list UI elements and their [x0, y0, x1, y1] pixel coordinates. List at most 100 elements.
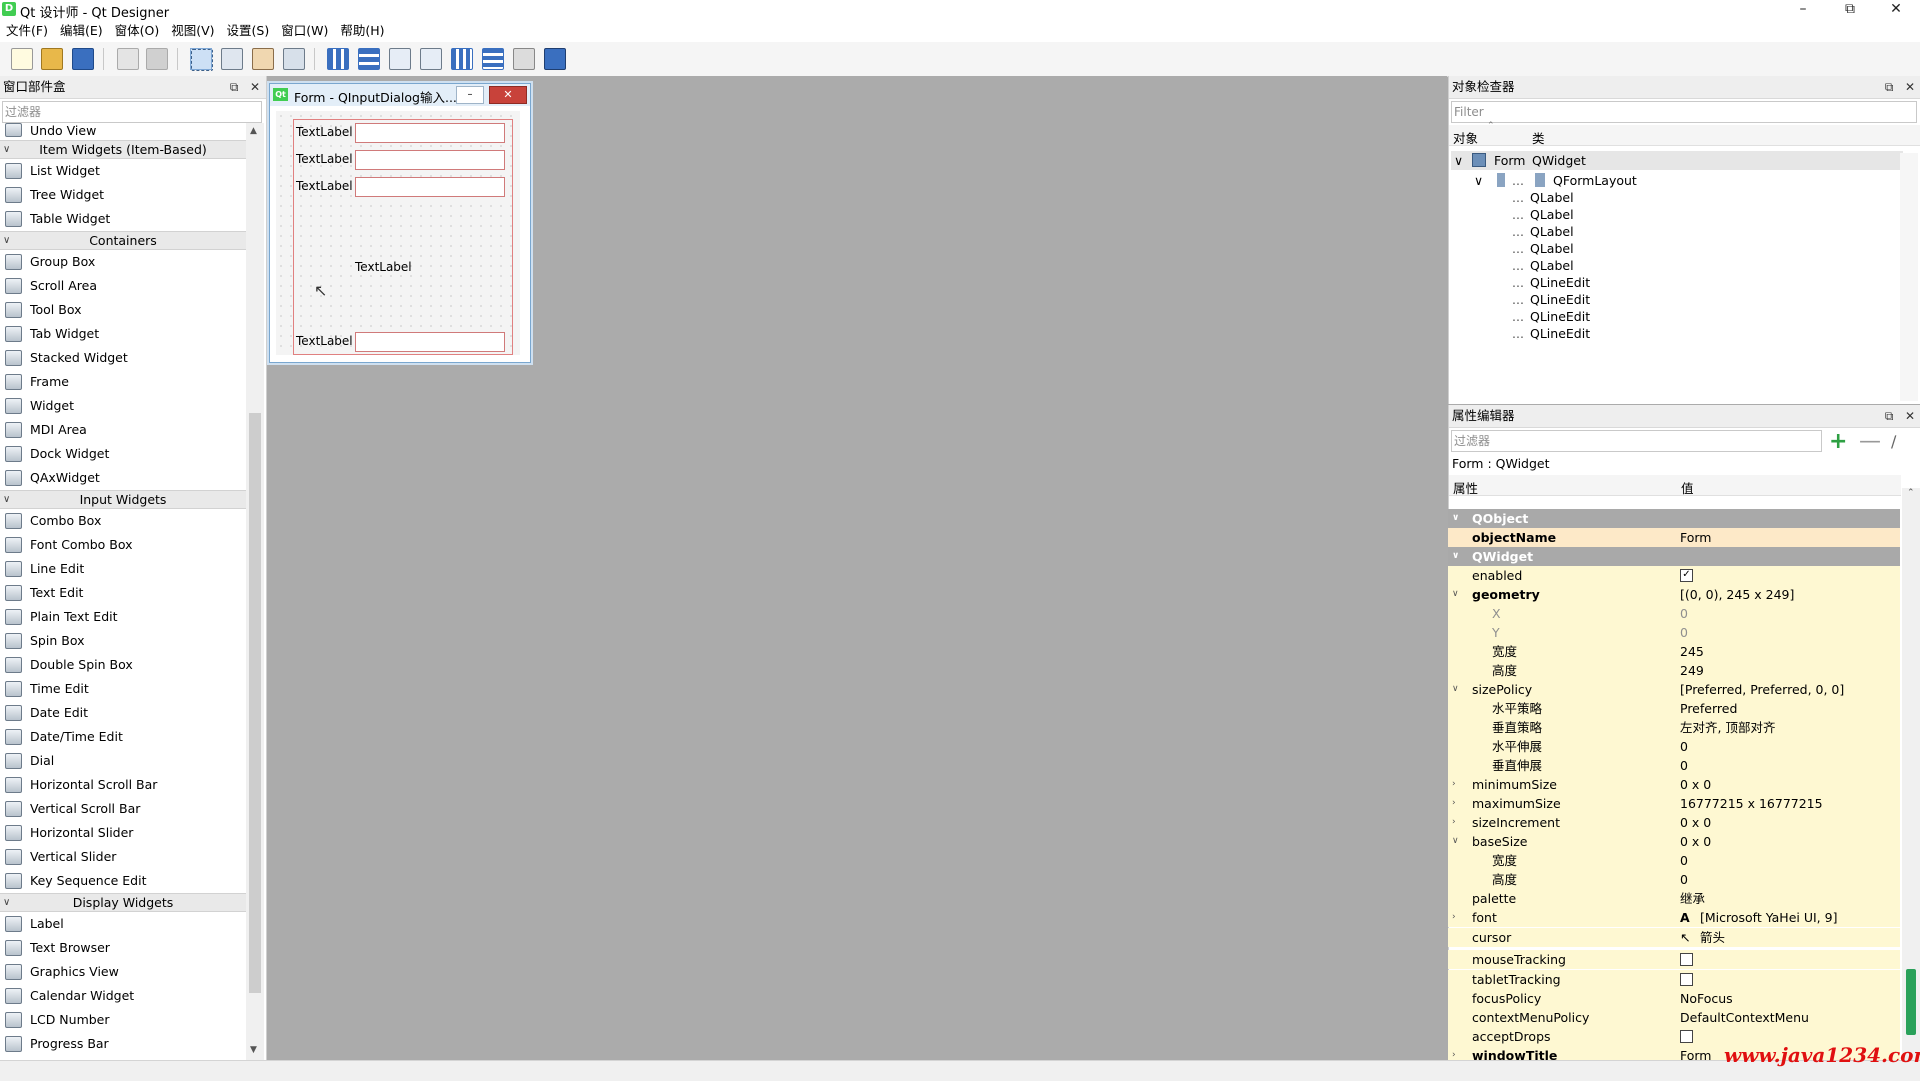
break-layout-icon[interactable] — [513, 48, 535, 70]
widget-item[interactable]: List Widget — [0, 159, 246, 183]
property-row[interactable]: 垂直策略 左对齐, 顶部对齐 — [1448, 718, 1900, 737]
chevron-down-icon[interactable]: ∨ — [1454, 152, 1463, 169]
category-item-widgets[interactable]: ∨ Item Widgets (Item-Based) — [0, 140, 246, 159]
widget-item[interactable]: Undo View — [0, 123, 246, 140]
property-row[interactable]: tabletTracking — [1448, 970, 1900, 989]
widget-item[interactable]: Label — [0, 912, 246, 936]
chevron-down-icon[interactable]: ∨ — [1452, 680, 1459, 699]
property-scrollbar[interactable]: ⌃ — [1902, 488, 1920, 1060]
widget-item[interactable]: Dock Widget — [0, 442, 246, 466]
property-row[interactable]: mouseTracking — [1448, 950, 1900, 969]
minimize-button[interactable]: – — [1780, 0, 1826, 20]
widget-item[interactable]: Vertical Slider — [0, 845, 246, 869]
form-line-edit-2[interactable] — [355, 150, 505, 170]
layout-form-icon[interactable] — [482, 48, 504, 70]
object-class-qwidget[interactable]: QWidget — [1532, 152, 1586, 169]
property-row[interactable]: ∨ QWidget — [1448, 547, 1900, 566]
form-minimize-button[interactable]: – — [456, 86, 484, 104]
property-value[interactable]: 继承 — [1680, 889, 1705, 908]
widget-item[interactable]: Date Edit — [0, 701, 246, 725]
property-row[interactable]: contextMenuPolicy DefaultContextMenu — [1448, 1008, 1900, 1027]
property-checkbox[interactable] — [1680, 973, 1693, 986]
menu-view[interactable]: 视图(V) — [165, 20, 220, 42]
form-line-edit-3[interactable] — [355, 177, 505, 197]
property-row[interactable]: ∨ baseSize 0 x 0 — [1448, 832, 1900, 851]
column-object[interactable]: 对象 — [1453, 128, 1478, 147]
widget-item[interactable]: Combo Box — [0, 509, 246, 533]
object-tree-child[interactable]: QLineEdit — [1530, 308, 1590, 325]
wrench-icon[interactable]: ∕ — [1891, 432, 1896, 451]
widget-item[interactable]: LCD Number — [0, 1008, 246, 1032]
property-value[interactable]: 245 — [1680, 642, 1704, 661]
layout-horizontal-splitter-icon[interactable] — [389, 48, 411, 70]
widget-item[interactable]: Horizontal Slider — [0, 821, 246, 845]
object-filter-input[interactable]: Filter — [1451, 101, 1917, 123]
property-row[interactable]: cursor ↖ 箭头 — [1448, 928, 1900, 947]
form-layout-box[interactable]: TextLabel TextLabel TextLabel TextLabel … — [293, 119, 513, 355]
widget-item[interactable]: Graphics View — [0, 960, 246, 984]
widget-item[interactable]: Horizontal Scroll Bar — [0, 773, 246, 797]
property-value[interactable]: Form — [1680, 528, 1712, 547]
property-row[interactable]: 高度 0 — [1448, 870, 1900, 889]
property-value[interactable]: 0 — [1680, 604, 1688, 623]
property-row[interactable]: ∨ QObject — [1448, 509, 1900, 528]
widget-item[interactable]: Calendar Widget — [0, 984, 246, 1008]
scroll-down-icon[interactable]: ▼ — [250, 1045, 257, 1055]
float-icon[interactable]: ⧉ — [1885, 409, 1894, 423]
property-checkbox[interactable] — [1680, 953, 1693, 966]
property-row[interactable]: objectName Form — [1448, 528, 1900, 547]
object-name-form[interactable]: Form — [1494, 152, 1526, 169]
save-icon[interactable] — [72, 48, 94, 70]
property-row[interactable]: › sizeIncrement 0 x 0 — [1448, 813, 1900, 832]
widget-item[interactable]: Stacked Widget — [0, 346, 246, 370]
widget-item[interactable]: Vertical Scroll Bar — [0, 797, 246, 821]
close-icon[interactable]: ✕ — [250, 80, 260, 94]
form-label-5[interactable]: TextLabel — [296, 334, 353, 348]
menu-form[interactable]: 窗体(O) — [109, 20, 166, 42]
property-value[interactable]: 249 — [1680, 661, 1704, 680]
object-tree-child[interactable]: QLabel — [1530, 257, 1574, 274]
property-checkbox[interactable] — [1680, 1030, 1693, 1043]
chevron-right-icon[interactable]: › — [1452, 908, 1456, 927]
layout-vertical-splitter-icon[interactable] — [420, 48, 442, 70]
property-value[interactable]: 左对齐, 顶部对齐 — [1680, 718, 1775, 737]
form-line-edit-4[interactable] — [355, 332, 505, 352]
float-icon[interactable]: ⧉ — [1885, 80, 1894, 94]
property-row[interactable]: › maximumSize 16777215 x 16777215 — [1448, 794, 1900, 813]
scroll-up-icon[interactable]: ⌃ — [1907, 488, 1915, 498]
property-filter-input[interactable]: 过滤器 — [1451, 430, 1822, 452]
form-close-button[interactable]: ✕ — [489, 86, 527, 104]
property-value[interactable]: 16777215 x 16777215 — [1680, 794, 1823, 813]
object-tree-child[interactable]: QLabel — [1530, 189, 1574, 206]
edit-tab-order-icon[interactable] — [283, 48, 305, 70]
property-value[interactable]: NoFocus — [1680, 989, 1733, 1008]
property-value[interactable]: 0 — [1680, 870, 1688, 889]
scrollbar-thumb[interactable] — [1906, 969, 1916, 1035]
property-value[interactable]: 箭头 — [1700, 928, 1725, 947]
remove-property-icon[interactable]: — — [1859, 431, 1881, 453]
form-line-edit-1[interactable] — [355, 123, 505, 143]
property-row[interactable]: 高度 249 — [1448, 661, 1900, 680]
property-value[interactable]: Preferred — [1680, 699, 1737, 718]
property-row[interactable]: focusPolicy NoFocus — [1448, 989, 1900, 1008]
object-tree-child[interactable]: QLineEdit — [1530, 274, 1590, 291]
property-value[interactable]: 0 x 0 — [1680, 813, 1711, 832]
chevron-down-icon[interactable]: ∨ — [1474, 172, 1483, 189]
open-folder-icon[interactable] — [41, 48, 63, 70]
form-window[interactable]: Qt Form - QInputDialog输入... – ✕ TextLabe… — [269, 83, 531, 363]
object-tree-child[interactable]: QLineEdit — [1530, 325, 1590, 342]
widget-filter-input[interactable]: 过滤器 — [2, 101, 262, 123]
property-row[interactable]: 宽度 245 — [1448, 642, 1900, 661]
widget-item[interactable]: Time Edit — [0, 677, 246, 701]
object-class-qformlayout[interactable]: QFormLayout — [1553, 172, 1637, 189]
menu-file[interactable]: 文件(F) — [0, 20, 54, 42]
property-value[interactable]: [(0, 0), 245 x 249] — [1680, 585, 1794, 604]
category-containers[interactable]: ∨ Containers — [0, 231, 246, 250]
property-row[interactable]: enabled ✓ — [1448, 566, 1900, 585]
float-icon[interactable]: ⧉ — [230, 80, 239, 94]
widget-item[interactable]: Key Sequence Edit — [0, 869, 246, 893]
new-file-icon[interactable] — [11, 48, 33, 70]
category-input-widgets[interactable]: ∨ Input Widgets — [0, 490, 246, 509]
add-property-icon[interactable]: + — [1829, 431, 1847, 453]
widget-item[interactable]: Text Edit — [0, 581, 246, 605]
